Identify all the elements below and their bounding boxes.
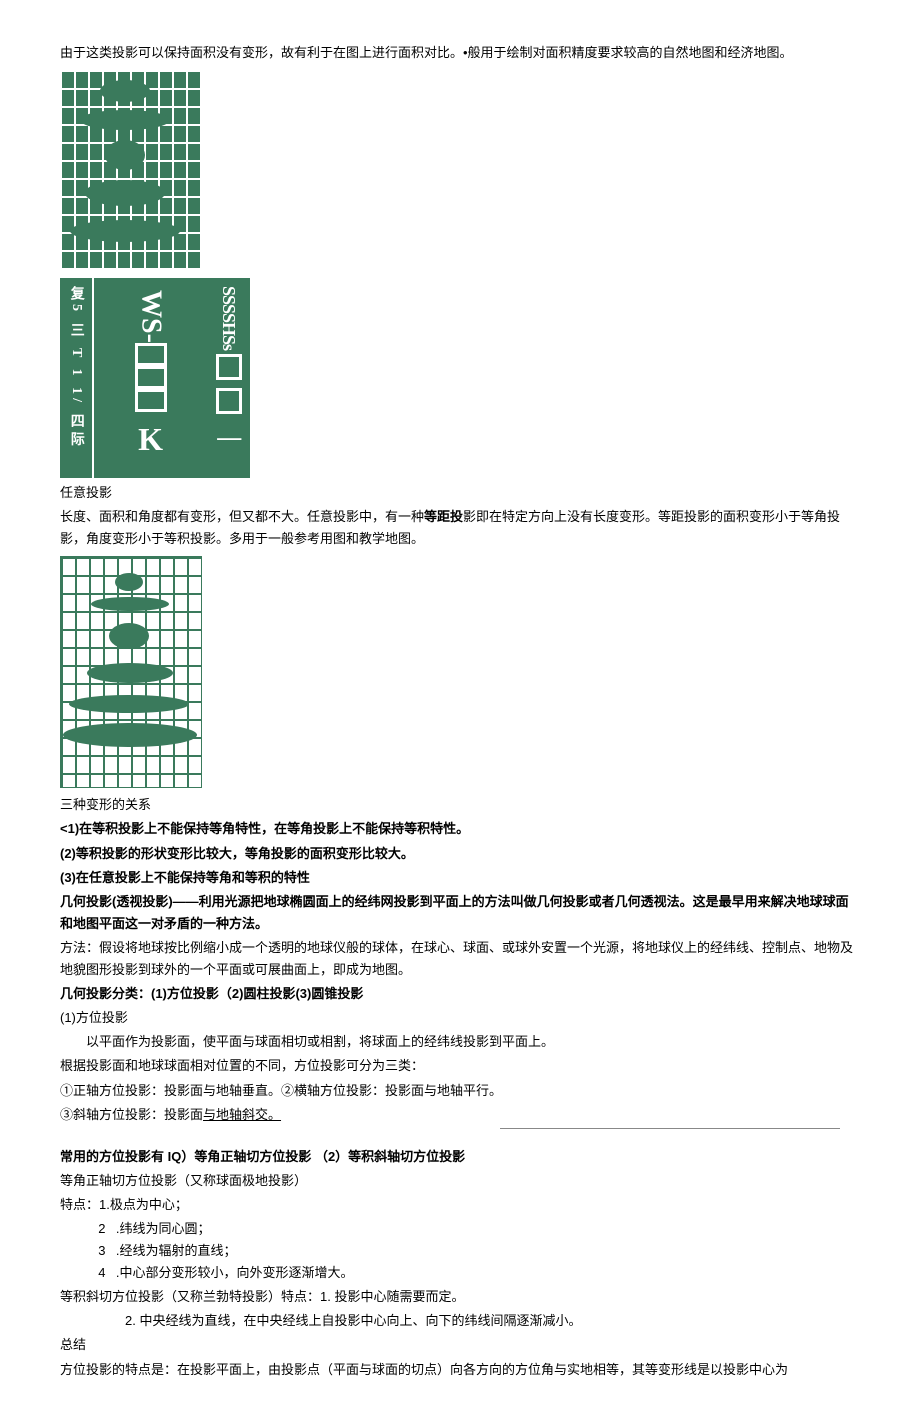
square-icon — [135, 389, 167, 412]
figure-sss-text: SSSSHSs — [213, 286, 244, 350]
list-text: .纬线为同心圆； — [116, 1218, 211, 1240]
heading-geometric-class: 几何投影分类：(1)方位投影（2)圆柱投影(3)圆锥投影 — [60, 983, 860, 1005]
figure-ws-text: WS- — [127, 290, 175, 343]
figure-k-text: K — [138, 412, 163, 466]
figure-row-1: 复5 三 T 1 1/ 四际 WS- K SSSSHSs — — [60, 66, 860, 478]
heading-common-azimuthal: 常用的方位投影有 IQ）等角正轴切方位投影 （2）等积斜轴切方位投影 — [60, 1146, 860, 1168]
para-equal-area-intro: 由于这类投影可以保持面积没有变形，故有利于在图上进行面积对比。•般用于绘制对面积… — [60, 42, 860, 64]
list-number: 4 — [60, 1262, 116, 1284]
para-geometric-method: 方法：假设将地球按比例缩小成一个透明的地球仪般的球体，在球心、球面、或球外安置一… — [60, 937, 860, 981]
para-arbitrary: 长度、面积和角度都有变形，但又都不大。任意投影中，有一种等距投影即在特定方向上没… — [60, 506, 860, 550]
para-azimuthal-classes: 根据投影面和地球球面相对位置的不同，方位投影可分为三类： — [60, 1055, 860, 1077]
feature-item-4: 4.中心部分变形较小，向外变形逐渐增大。 — [60, 1262, 860, 1284]
figure-distortion-grid — [60, 70, 200, 270]
relation-item-3: (3)在任意投影上不能保持等角和等积的特性 — [60, 867, 860, 889]
para-azimuthal-12: ①正轴方位投影：投影面与地轴垂直。②横轴方位投影：投影面与地轴平行。 — [60, 1080, 860, 1102]
square-icon — [135, 366, 167, 389]
text-span: 长度、面积和角度都有变形，但又都不大。任意投影中，有一种 — [60, 509, 424, 524]
square-icon — [135, 343, 167, 366]
feature-item-2: 2.纬线为同心圆； — [60, 1218, 860, 1240]
feature-item-3: 3.经线为辐射的直线； — [60, 1240, 860, 1262]
dash-icon: — — [217, 418, 240, 459]
text-bold: 等距投 — [424, 509, 463, 524]
figure-mid-col: WS- K — [94, 278, 208, 478]
heading-three-relations: 三种变形的关系 — [60, 794, 860, 816]
figure-right-col: SSSSHSs — — [207, 278, 250, 478]
para-azimuthal-3: ③斜轴方位投影：投影面与地轴斜交。 — [60, 1104, 860, 1126]
heading-summary: 总结 — [60, 1334, 860, 1356]
text-underline: 与地轴斜交。 — [203, 1107, 281, 1122]
figure-label-card: 复5 三 T 1 1/ 四际 WS- K SSSSHSs — — [60, 278, 250, 478]
list-text: .中心部分变形较小，向外变形逐渐增大。 — [116, 1262, 354, 1284]
list-number: 2 — [60, 1218, 116, 1240]
square-icon — [216, 354, 242, 380]
list-number: 3 — [60, 1240, 116, 1262]
list-text: .经线为辐射的直线； — [116, 1240, 237, 1262]
feature-item-1: 特点：1.极点为中心； — [60, 1194, 860, 1216]
para-summary: 方位投影的特点是：在投影平面上，由投影点（平面与球面的切点）向各方向的方位角与实… — [60, 1359, 860, 1381]
relation-item-1: <1)在等积投影上不能保持等角特性，在等角投影上不能保持等积特性。 — [60, 818, 860, 840]
para-conformal-azimuthal: 等角正轴切方位投影（又称球面极地投影） — [60, 1170, 860, 1192]
para-lambert: 等积斜切方位投影（又称兰勃特投影）特点：1. 投影中心随需要而定。 — [60, 1286, 860, 1308]
figure-side-text: 复5 三 T 1 1/ 四际 — [60, 278, 94, 478]
heading-azimuthal: (1)方位投影 — [60, 1007, 860, 1029]
para-azimuthal-def: 以平面作为投影面，使平面与球面相切或相割，将球面上的经纬线投影到平面上。 — [60, 1031, 860, 1053]
text-span: ③斜轴方位投影：投影面 — [60, 1107, 203, 1122]
heading-geometric-projection: 几何投影(透视投影)——利用光源把地球椭圆面上的经纬网投影到平面上的方法叫做几何… — [60, 891, 860, 935]
relation-item-2: (2)等积投影的形状变形比较大，等角投影的面积变形比较大。 — [60, 843, 860, 865]
square-icon — [216, 388, 242, 414]
heading-arbitrary-projection: 任意投影 — [60, 482, 860, 504]
figure-tissot-grid — [60, 556, 202, 788]
figure-strip — [60, 1128, 860, 1144]
para-lambert-2: 2. 中央经线为直线，在中央经线上自投影中心向上、向下的纬线间隔逐渐减小。 — [60, 1310, 860, 1332]
